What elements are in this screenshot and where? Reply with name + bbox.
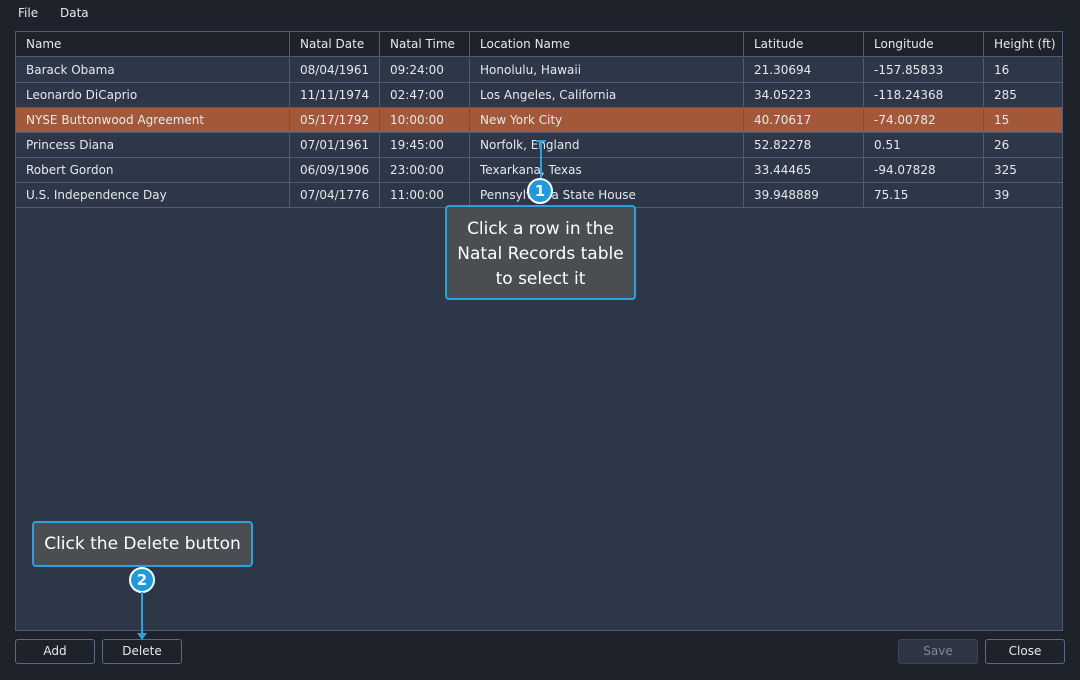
close-button[interactable]: Close — [985, 639, 1065, 664]
table-row[interactable]: Barack Obama 08/04/1961 09:24:00 Honolul… — [16, 58, 1062, 83]
cell-natal-time: 09:24:00 — [380, 58, 470, 82]
cell-natal-time: 02:47:00 — [380, 83, 470, 107]
cell-longitude: -74.00782 — [864, 108, 984, 132]
cell-natal-date: 05/17/1792 — [290, 108, 380, 132]
cell-height: 15 — [994, 113, 1010, 127]
cell-location-name: Texarkana, Texas — [470, 158, 744, 182]
cell-height: 39 — [994, 188, 1010, 202]
cell-natal-date: 11/11/1974 — [290, 83, 380, 107]
cell-height: 285 — [994, 88, 1017, 102]
cell-latitude: 21.30694 — [744, 58, 864, 82]
callout-2-arrow-icon — [137, 633, 147, 640]
cell-name: Princess Diana — [16, 133, 290, 157]
cell-longitude: -118.24368 — [864, 83, 984, 107]
cell-latitude: 34.05223 — [744, 83, 864, 107]
callout-1-line-1: Click a row in the — [467, 219, 614, 239]
cell-natal-time: 11:00:00 — [380, 183, 470, 207]
cell-natal-time: 19:45:00 — [380, 133, 470, 157]
cell-natal-date: 08/04/1961 — [290, 58, 380, 82]
cell-location-name: Honolulu, Hawaii — [470, 58, 744, 82]
cell-natal-date: 07/01/1961 — [290, 133, 380, 157]
delete-button[interactable]: Delete — [102, 639, 182, 664]
column-header-name[interactable]: Name — [16, 32, 290, 56]
cell-height: 26 — [994, 138, 1010, 152]
add-button[interactable]: Add — [15, 639, 95, 664]
callout-1-pointer — [536, 140, 546, 142]
cell-latitude: 52.82278 — [744, 133, 864, 157]
cell-natal-time: 23:00:00 — [380, 158, 470, 182]
cell-longitude: 75.15 — [864, 183, 984, 207]
cell-natal-time: 10:00:00 — [380, 108, 470, 132]
callout-2-text: Click the Delete button — [44, 534, 241, 554]
column-header-location-name[interactable]: Location Name — [470, 32, 744, 56]
cell-location-name: Pennsylvania State House — [470, 183, 744, 207]
callout-2-connector — [141, 592, 143, 636]
table-row[interactable]: Leonardo DiCaprio 11/11/1974 02:47:00 Lo… — [16, 83, 1062, 108]
cell-name: NYSE Buttonwood Agreement — [16, 108, 290, 132]
column-header-natal-time[interactable]: Natal Time — [380, 32, 470, 56]
cell-location-name: New York City — [470, 108, 744, 132]
column-header-height[interactable]: Height (ft) — [984, 32, 1062, 56]
cell-name: Robert Gordon — [16, 158, 290, 182]
cell-latitude: 40.70617 — [744, 108, 864, 132]
cell-height: 16 — [994, 63, 1010, 77]
cell-longitude: -157.85833 — [864, 58, 984, 82]
cell-location-name: Los Angeles, California — [470, 83, 744, 107]
column-header-latitude[interactable]: Latitude — [744, 32, 864, 56]
table-header: Name Natal Date Natal Time Location Name… — [16, 32, 1062, 57]
cell-name: Leonardo DiCaprio — [16, 83, 290, 107]
menu-bar: File Data — [0, 0, 1080, 28]
cell-latitude: 33.44465 — [744, 158, 864, 182]
cell-name: Barack Obama — [16, 58, 290, 82]
cell-longitude: -94.07828 — [864, 158, 984, 182]
column-header-longitude[interactable]: Longitude — [864, 32, 984, 56]
cell-height: 325 — [994, 163, 1017, 177]
cell-natal-date: 06/09/1906 — [290, 158, 380, 182]
callout-1-line-2: Natal Records table — [457, 244, 624, 264]
menu-file[interactable]: File — [18, 6, 38, 20]
cell-longitude: 0.51 — [864, 133, 984, 157]
callout-2-badge: 2 — [129, 567, 155, 593]
callout-1: Click a row in the Natal Records table t… — [445, 205, 636, 300]
column-header-natal-date[interactable]: Natal Date — [290, 32, 380, 56]
cell-name: U.S. Independence Day — [16, 183, 290, 207]
menu-data[interactable]: Data — [60, 6, 89, 20]
cell-location-name: Norfolk, England — [470, 133, 744, 157]
cell-natal-date: 07/04/1776 — [290, 183, 380, 207]
callout-1-line-3: to select it — [495, 269, 586, 289]
callout-2: Click the Delete button — [32, 521, 253, 567]
table-row-selected[interactable]: NYSE Buttonwood Agreement 05/17/1792 10:… — [16, 108, 1062, 133]
callout-1-badge: 1 — [527, 178, 553, 204]
cell-latitude: 39.948889 — [744, 183, 864, 207]
save-button[interactable]: Save — [898, 639, 978, 664]
